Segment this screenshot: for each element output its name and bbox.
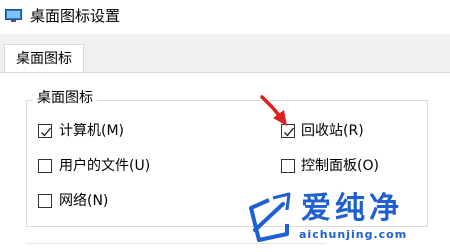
watermark-text: 爱纯净 [301,191,403,226]
watermark-logo-icon [249,192,291,242]
watermark-url: aichunjing.com [299,228,408,241]
watermark: 爱纯净 aichunjing.com [243,188,450,251]
